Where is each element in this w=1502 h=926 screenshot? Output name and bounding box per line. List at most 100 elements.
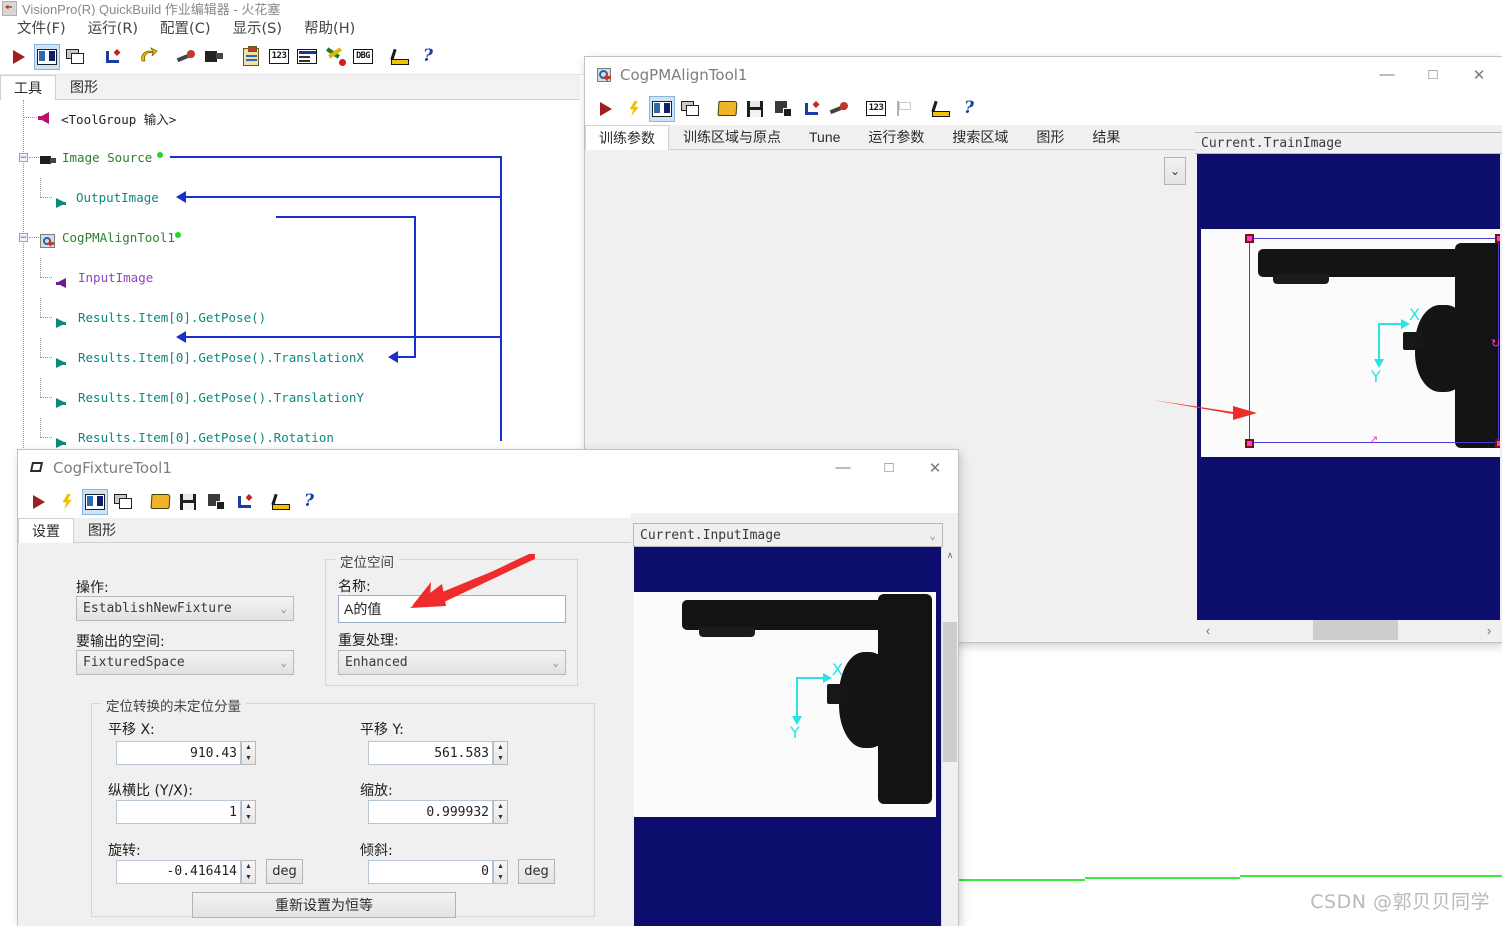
tree-item-getpose[interactable]: Results.Item[0].GetPose() xyxy=(0,298,580,328)
help-icon[interactable]: ? xyxy=(415,44,441,70)
help-icon[interactable]: ? xyxy=(956,96,982,122)
origin-handle-icon[interactable]: ↻ xyxy=(1491,338,1500,349)
tools-icon[interactable] xyxy=(322,44,348,70)
arrow-icon[interactable] xyxy=(231,489,257,515)
close-button[interactable]: ✕ xyxy=(1456,57,1502,92)
duplicate-select[interactable]: Enhanced ⌄ xyxy=(338,650,566,675)
close-button[interactable]: ✕ xyxy=(912,450,958,485)
tab-train-region-origin[interactable]: 训练区域与原点 xyxy=(669,124,795,149)
list-icon[interactable] xyxy=(294,44,320,70)
aspect-ratio-field[interactable]: 1 ▲ ▼ xyxy=(116,800,256,824)
tab-search-region[interactable]: 搜索区域 xyxy=(938,124,1022,149)
numbers-icon[interactable]: 123 xyxy=(266,44,292,70)
maximize-button[interactable]: □ xyxy=(866,450,912,485)
tab-tune[interactable]: Tune xyxy=(795,124,854,149)
menu-file[interactable]: 文件(F) xyxy=(6,15,77,40)
menu-display[interactable]: 显示(S) xyxy=(222,15,294,40)
pmalign-titlebar[interactable]: CogPMAlignTool1 — □ ✕ xyxy=(585,57,1502,92)
panels-icon[interactable] xyxy=(677,96,703,122)
translation-y-stepper[interactable]: ▲ ▼ xyxy=(493,741,508,765)
scale-field[interactable]: 0.999932 ▲ ▼ xyxy=(368,800,508,824)
tree-item-rotation[interactable]: Results.Item[0].GetPose().Rotation xyxy=(0,418,580,448)
panels-icon[interactable] xyxy=(62,44,88,70)
aspect-ratio-input[interactable]: 1 xyxy=(116,800,241,824)
arrow-icon[interactable] xyxy=(798,96,824,122)
expander-icon[interactable]: − xyxy=(19,233,28,242)
skew-field[interactable]: 0 ▲ ▼ deg xyxy=(368,859,555,884)
expander-icon[interactable]: − xyxy=(19,153,28,162)
image-source-select[interactable]: Current.TrainImage xyxy=(1195,132,1502,154)
skew-unit-button[interactable]: deg xyxy=(518,859,555,884)
arrow-icon[interactable] xyxy=(99,44,125,70)
help-icon[interactable]: ? xyxy=(296,489,322,515)
saveas-icon[interactable] xyxy=(770,96,796,122)
saveas-icon[interactable] xyxy=(203,489,229,515)
ruler-icon[interactable] xyxy=(268,489,294,515)
scrollbar-thumb[interactable] xyxy=(1313,620,1398,640)
train-image-display[interactable]: X Y ↻ ↗ xyxy=(1197,154,1500,620)
save-icon[interactable] xyxy=(742,96,768,122)
panels-icon[interactable] xyxy=(110,489,136,515)
open-icon[interactable] xyxy=(714,96,740,122)
numbers-icon[interactable]: 123 xyxy=(863,96,889,122)
skew-input[interactable]: 0 xyxy=(368,859,493,884)
undo-icon[interactable] xyxy=(136,44,162,70)
tree-item-translationy[interactable]: Results.Item[0].GetPose().TranslationY xyxy=(0,378,580,408)
minimize-button[interactable]: — xyxy=(1364,57,1410,92)
translation-y-input[interactable]: 561.583 xyxy=(368,741,493,765)
rotation-stepper[interactable]: ▲ ▼ xyxy=(241,859,256,884)
translation-x-stepper[interactable]: ▲ ▼ xyxy=(241,741,256,765)
scroll-up-arrow[interactable]: ∧ xyxy=(942,547,958,563)
menu-run[interactable]: 运行(R) xyxy=(77,15,149,40)
ruler-icon[interactable] xyxy=(928,96,954,122)
scroll-left-arrow[interactable]: ‹ xyxy=(1197,623,1219,638)
run-icon[interactable] xyxy=(6,44,32,70)
output-space-select[interactable]: FixturedSpace ⌄ xyxy=(76,650,294,675)
aspect-ratio-stepper[interactable]: ▲ ▼ xyxy=(241,800,256,824)
tab-results[interactable]: 结果 xyxy=(1078,124,1134,149)
rotation-field[interactable]: -0.416414 ▲ ▼ deg xyxy=(116,859,303,884)
image-source-select[interactable]: Current.InputImage ⌄ xyxy=(633,523,943,547)
tool-tree[interactable]: <ToolGroup 输入> − Image Source OutputImag… xyxy=(0,100,580,460)
maximize-button[interactable]: □ xyxy=(1410,57,1456,92)
scale-input[interactable]: 0.999932 xyxy=(368,800,493,824)
ruler-icon[interactable] xyxy=(387,44,413,70)
selection-handle-tl[interactable] xyxy=(1245,234,1254,243)
bolt-icon[interactable] xyxy=(621,96,647,122)
tree-item-toolgroup-input[interactable]: <ToolGroup 输入> xyxy=(0,108,580,128)
tab-run-params[interactable]: 运行参数 xyxy=(854,124,938,149)
clipboard-icon[interactable] xyxy=(238,44,264,70)
selection-handle-tr[interactable] xyxy=(1495,234,1500,243)
fixture-titlebar[interactable]: CogFixtureTool1 — □ ✕ xyxy=(18,450,958,485)
tab-tools[interactable]: 工具 xyxy=(0,75,56,100)
tab-graphics[interactable]: 图形 xyxy=(74,517,130,542)
run-icon[interactable] xyxy=(26,489,52,515)
translation-x-input[interactable]: 910.43 xyxy=(116,741,241,765)
tree-item-inputimage-1[interactable]: InputImage xyxy=(0,258,580,288)
tree-item-outputimage-1[interactable]: OutputImage xyxy=(0,178,580,208)
selection-handle-bl[interactable] xyxy=(1245,439,1254,448)
panel-icon[interactable] xyxy=(82,488,108,515)
tree-item-image-source[interactable]: − Image Source xyxy=(0,148,580,168)
image-hscrollbar[interactable]: ‹ › xyxy=(1197,620,1500,640)
save-icon[interactable] xyxy=(175,489,201,515)
bolt-icon[interactable] xyxy=(54,489,80,515)
collapse-button[interactable]: ⌄ xyxy=(1164,157,1186,185)
panel-icon[interactable] xyxy=(34,43,60,70)
brush-icon[interactable] xyxy=(826,96,852,122)
camera-icon[interactable] xyxy=(201,44,227,70)
cogfixturetool1-window[interactable]: CogFixtureTool1 — □ ✕ ? 设置 图形 操作: Establ… xyxy=(18,450,958,926)
scroll-right-arrow[interactable]: › xyxy=(1478,623,1500,638)
scrollbar-thumb[interactable] xyxy=(943,622,957,762)
reset-identity-button[interactable]: 重新设置为恒等 xyxy=(192,892,456,918)
tab-train-params[interactable]: 训练参数 xyxy=(585,125,669,150)
rotate-handle-icon[interactable]: ↗ xyxy=(1369,434,1379,445)
selection-handle-br[interactable] xyxy=(1495,439,1500,448)
menu-config[interactable]: 配置(C) xyxy=(149,15,221,40)
tab-graphics[interactable]: 图形 xyxy=(1022,124,1078,149)
input-image-display[interactable]: X Y xyxy=(634,547,941,926)
run-icon[interactable] xyxy=(593,96,619,122)
rotation-unit-button[interactable]: deg xyxy=(266,859,303,884)
debug-icon[interactable]: DBG xyxy=(350,44,376,70)
scale-stepper[interactable]: ▲ ▼ xyxy=(493,800,508,824)
